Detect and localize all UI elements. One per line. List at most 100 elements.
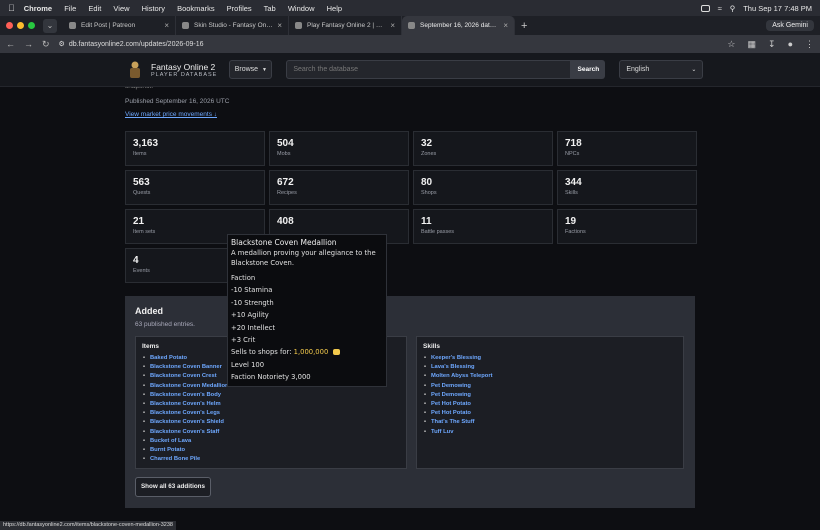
menu-window[interactable]: Window xyxy=(288,4,315,13)
site-header: Fantasy Online 2 PLAYER DATABASE Browse … xyxy=(0,53,820,87)
menu-app-name[interactable]: Chrome xyxy=(24,4,52,13)
menu-file[interactable]: File xyxy=(64,4,76,13)
tab-skin-studio[interactable]: Skin Studio - Fantasy Online 2 × xyxy=(176,16,289,35)
extensions-icon[interactable]: ▦ xyxy=(748,39,757,50)
stat-card[interactable]: 504 Mobs xyxy=(269,131,409,166)
list-item[interactable]: Pet Hot Potato xyxy=(423,400,677,409)
url-field[interactable]: db.fantasyonline2.com/updates/2026-09-16 xyxy=(69,41,728,48)
close-tab-icon[interactable]: × xyxy=(390,21,395,30)
tab-patreon[interactable]: Edit Post | Patreon × xyxy=(63,16,176,35)
search-icon[interactable]: ⚲ xyxy=(730,4,736,13)
list-item[interactable]: Blackstone Coven's Legs xyxy=(142,409,400,418)
fo2-favicon-icon xyxy=(408,22,415,29)
reload-icon[interactable]: ↻ xyxy=(42,39,50,50)
tab-title: Play Fantasy Online 2 | Fanta xyxy=(307,22,387,29)
stat-card[interactable]: 80 Shops xyxy=(413,170,553,205)
stat-card[interactable]: 672 Recipes xyxy=(269,170,409,205)
list-item[interactable]: Charred Bone Pile xyxy=(142,455,400,464)
back-arrow-icon[interactable]: ← xyxy=(6,39,15,49)
list-item[interactable]: Tuff Luv xyxy=(423,428,677,437)
new-tab-icon[interactable]: + xyxy=(521,20,527,32)
stat-label: NPCs xyxy=(565,151,580,157)
site-info-icon[interactable]: ⚙ xyxy=(59,40,65,48)
sell-value: 1,000,000 xyxy=(293,348,329,357)
tab-search-chevron-icon[interactable]: ⌄ xyxy=(43,18,57,33)
list-item[interactable]: That's The Stuff xyxy=(423,418,677,427)
language-select[interactable]: English ⌄ xyxy=(619,60,704,79)
zoom-window-button[interactable] xyxy=(28,22,35,29)
market-movements-link[interactable]: View market price movements ↓ xyxy=(125,111,820,118)
profile-avatar-icon[interactable]: ● xyxy=(788,39,793,50)
fo2-favicon-icon xyxy=(295,22,302,29)
stats-grid: 3,163 Items 504 Mobs 32 Zones 718 NPCs 563 Qu… xyxy=(125,131,697,283)
list-item[interactable]: Blackstone Coven's Shield xyxy=(142,418,400,427)
close-window-button[interactable] xyxy=(6,22,13,29)
list-item[interactable]: Blackstone Coven's Helm xyxy=(142,400,400,409)
list-item[interactable]: Pet Demowing xyxy=(423,391,677,400)
stat-card[interactable]: 11 Battle passes xyxy=(413,209,553,244)
clipped-text: snapshot. xyxy=(125,87,820,93)
stat-card[interactable]: 19 Factions xyxy=(557,209,697,244)
stat-card[interactable]: 3,163 Items xyxy=(125,131,265,166)
stat-label: Items xyxy=(133,151,147,157)
patreon-favicon-icon xyxy=(69,22,76,29)
bookmark-star-icon[interactable]: ☆ xyxy=(727,39,735,50)
search-button[interactable]: Search xyxy=(571,60,606,79)
list-item[interactable]: Molten Abyss Teleport xyxy=(423,372,677,381)
tab-strip: ⌄ Edit Post | Patreon × Skin Studio - Fa… xyxy=(0,16,820,35)
skills-panel: Skills Keeper's Blessing Lava's Blessing… xyxy=(416,336,684,469)
stat-card[interactable]: 32 Zones xyxy=(413,131,553,166)
sell-label: Sells to shops for: xyxy=(231,348,292,357)
close-tab-icon[interactable]: × xyxy=(164,21,169,30)
list-item[interactable]: Pet Demowing xyxy=(423,382,677,391)
menu-tab[interactable]: Tab xyxy=(264,4,276,13)
wifi-icon[interactable]: ≈ xyxy=(718,4,722,13)
close-tab-icon[interactable]: × xyxy=(503,21,508,30)
list-item[interactable]: Blackstone Coven's Staff xyxy=(142,428,400,437)
list-item[interactable]: Blackstone Coven's Body xyxy=(142,391,400,400)
stat-label: Recipes xyxy=(277,190,297,196)
menu-view[interactable]: View xyxy=(113,4,129,13)
tab-play-fo2[interactable]: Play Fantasy Online 2 | Fanta × xyxy=(289,16,402,35)
show-all-additions-button[interactable]: Show all 63 additions xyxy=(135,477,211,497)
tooltip-line: +10 Agility xyxy=(231,311,269,320)
clock[interactable]: Thu Sep 17 7:48 PM xyxy=(743,4,812,13)
menu-history[interactable]: History xyxy=(142,4,165,13)
menu-edit[interactable]: Edit xyxy=(88,4,101,13)
apple-icon[interactable]:  xyxy=(8,3,15,13)
stat-card[interactable]: 718 NPCs xyxy=(557,131,697,166)
skills-list: Keeper's Blessing Lava's Blessing Molten… xyxy=(423,354,677,437)
chevron-down-icon: ⌄ xyxy=(691,67,697,73)
published-date: Published September 16, 2026 UTC xyxy=(125,98,230,105)
item-tooltip: Blackstone Coven Medallion A medallion p… xyxy=(227,234,387,387)
added-columns: Items Baked Potato Blackstone Coven Bann… xyxy=(135,336,685,469)
list-item[interactable]: Keeper's Blessing xyxy=(423,354,677,363)
close-tab-icon[interactable]: × xyxy=(277,21,282,30)
forward-arrow-icon[interactable]: → xyxy=(24,39,33,49)
minimize-window-button[interactable] xyxy=(17,22,24,29)
download-icon[interactable]: ↧ xyxy=(768,39,776,50)
ask-gemini-button[interactable]: Ask Gemini xyxy=(766,20,814,31)
language-value: English xyxy=(626,66,650,73)
search-input[interactable]: Search the database xyxy=(286,60,572,79)
stat-card[interactable]: 344 Skills xyxy=(557,170,697,205)
tab-data-release[interactable]: September 16, 2026 data rele × xyxy=(402,16,515,35)
menu-help[interactable]: Help xyxy=(327,4,342,13)
fo2-logo-icon[interactable] xyxy=(128,61,142,79)
stat-card[interactable]: 563 Quests xyxy=(125,170,265,205)
link-status-bar: https://db.fantasyonline2.com/items/blac… xyxy=(0,521,176,530)
menu-bookmarks[interactable]: Bookmarks xyxy=(177,4,215,13)
tooltip-description: A medallion proving your allegiance to t… xyxy=(231,249,376,267)
site-brand[interactable]: Fantasy Online 2 PLAYER DATABASE xyxy=(151,62,217,78)
stat-value: 21 xyxy=(133,216,145,227)
battery-icon[interactable] xyxy=(700,4,710,12)
browse-dropdown[interactable]: Browse ▼ xyxy=(229,60,273,79)
tooltip-notoriety: Faction Notoriety 3,000 xyxy=(231,373,311,382)
list-item[interactable]: Pet Hot Potato xyxy=(423,409,677,418)
list-item[interactable]: Burnt Potato xyxy=(142,446,400,455)
menu-profiles[interactable]: Profiles xyxy=(227,4,252,13)
list-item[interactable]: Bucket of Lava xyxy=(142,437,400,446)
stat-label: Mobs xyxy=(277,151,291,157)
more-menu-icon[interactable]: ⋮ xyxy=(805,39,814,50)
list-item[interactable]: Lava's Blessing xyxy=(423,363,677,372)
